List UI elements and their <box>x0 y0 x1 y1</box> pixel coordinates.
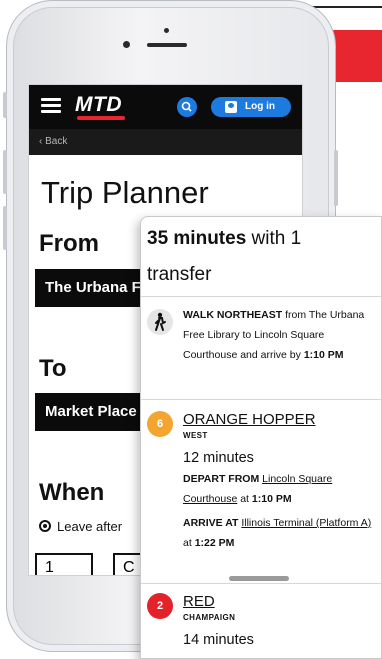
leg-duration: 12 minutes <box>183 450 254 466</box>
at-word: at <box>240 493 249 505</box>
user-icon <box>225 101 237 113</box>
search-icon <box>181 101 192 112</box>
mute-switch <box>3 92 7 118</box>
depart-label: DEPART FROM <box>183 473 260 485</box>
hamburger-icon[interactable] <box>41 98 61 114</box>
mtd-logo[interactable]: MTD <box>75 93 122 117</box>
route-direction: WEST <box>183 431 208 440</box>
walk-instruction: WALK NORTHEAST from The Urbana Free Libr… <box>183 305 373 365</box>
page-title: Trip Planner <box>41 175 209 210</box>
walking-person-icon <box>147 309 173 335</box>
from-label: From <box>39 230 99 257</box>
hour-select[interactable]: 1 <box>35 553 93 575</box>
navbar: MTD Log in <box>29 85 302 129</box>
divider <box>141 399 381 400</box>
route-name-orange-hopper[interactable]: ORANGE HOPPER <box>183 411 373 429</box>
arrive-label: ARRIVE AT <box>183 517 239 529</box>
scroll-indicator[interactable] <box>229 576 289 581</box>
orange-leg-details: ORANGE HOPPER WEST 12 minutes DEPART FRO… <box>183 411 373 553</box>
back-link[interactable]: ‹ Back <box>29 129 302 155</box>
route-direction: CHAMPAIGN <box>183 613 236 622</box>
arrive-time: 1:22 PM <box>194 537 235 549</box>
radio-selected-icon <box>39 520 51 532</box>
volume-up-button <box>3 150 7 194</box>
leg-duration: 14 minutes <box>183 632 254 648</box>
walk-arrival-time: 1:10 PM <box>303 349 344 361</box>
route-6-badge: 6 <box>147 411 173 437</box>
volume-down-button <box>3 206 7 250</box>
leave-after-label: Leave after <box>57 519 123 534</box>
arrive-stop-link[interactable]: Illinois Terminal (Platform A) <box>241 517 371 529</box>
at-word: at <box>183 537 192 549</box>
logo-swoosh <box>77 116 125 120</box>
walk-direction: WALK NORTHEAST <box>183 309 283 321</box>
divider <box>141 583 381 584</box>
depart-line: DEPART FROM Lincoln Square Courthouse at… <box>183 469 373 509</box>
route-2-badge: 2 <box>147 593 173 619</box>
login-label: Log in <box>245 101 275 112</box>
earpiece-speaker <box>147 43 187 47</box>
search-button[interactable] <box>177 97 197 117</box>
summary-duration: 35 minutes <box>147 228 247 249</box>
when-label: When <box>39 479 105 506</box>
proximity-sensor <box>164 28 169 33</box>
power-button <box>334 150 338 206</box>
route-name-red[interactable]: RED <box>183 593 373 611</box>
login-button[interactable]: Log in <box>211 97 291 117</box>
arrive-line: ARRIVE AT Illinois Terminal (Platform A)… <box>183 513 373 553</box>
red-leg-details: RED CHAMPAIGN 14 minutes <box>183 593 373 651</box>
summary-transfer-word: transfer <box>147 264 212 285</box>
trip-summary: 35 minutes with 1 transfer <box>141 217 381 297</box>
front-camera <box>123 41 130 48</box>
leave-after-option[interactable]: Leave after <box>39 519 122 534</box>
trip-result-card: 35 minutes with 1 transfer WALK NORTHEAS… <box>140 216 382 659</box>
to-label: To <box>39 355 67 382</box>
summary-transfer: with 1 <box>246 228 302 249</box>
depart-time: 1:10 PM <box>251 493 292 505</box>
